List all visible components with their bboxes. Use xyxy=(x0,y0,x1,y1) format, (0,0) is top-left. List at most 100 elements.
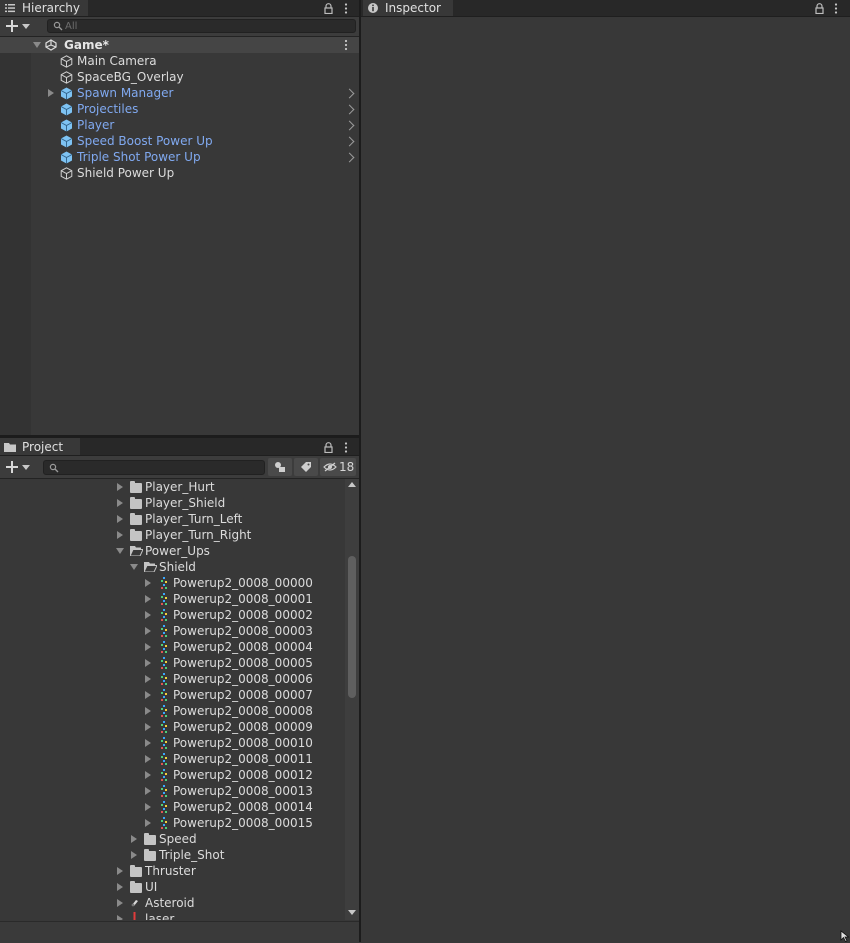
expand-arrow-icon[interactable] xyxy=(145,771,151,779)
folder-row[interactable]: Player_Turn_Right xyxy=(0,527,345,543)
folder-row[interactable]: Player_Hurt xyxy=(0,479,345,495)
sprite-asset-row[interactable]: Powerup2_0008_00001 xyxy=(0,591,345,607)
inspector-tab[interactable]: Inspector xyxy=(363,0,453,16)
filter-by-label-button[interactable] xyxy=(294,458,318,476)
prefab-open-chevron-icon[interactable] xyxy=(344,104,355,115)
scroll-up-arrow-icon[interactable] xyxy=(348,482,356,487)
collapse-arrow-icon[interactable] xyxy=(116,548,124,554)
hierarchy-item[interactable]: Main Camera xyxy=(0,53,359,69)
expand-arrow-icon[interactable] xyxy=(117,899,123,907)
expand-arrow-icon[interactable] xyxy=(117,915,123,920)
hierarchy-item[interactable]: SpaceBG_Overlay xyxy=(0,69,359,85)
expand-arrow-icon[interactable] xyxy=(145,627,151,635)
hierarchy-menu-button[interactable] xyxy=(340,0,352,16)
expand-arrow-icon[interactable] xyxy=(117,515,123,523)
hierarchy-lock-button[interactable] xyxy=(322,0,334,16)
filter-by-type-button[interactable] xyxy=(268,458,292,476)
folder-row[interactable]: Power_Ups xyxy=(0,543,345,559)
expand-arrow-icon[interactable] xyxy=(145,595,151,603)
expand-arrow-icon[interactable] xyxy=(145,755,151,763)
hierarchy-item[interactable]: Player xyxy=(0,117,359,133)
expand-arrow-icon[interactable] xyxy=(145,803,151,811)
expand-arrow-icon[interactable] xyxy=(117,499,123,507)
expand-arrow-icon[interactable] xyxy=(131,851,137,859)
scene-collapse-arrow[interactable] xyxy=(33,42,41,48)
sprite-asset-row[interactable]: Powerup2_0008_00011 xyxy=(0,751,345,767)
expand-arrow-icon[interactable] xyxy=(145,675,151,683)
sprite-asset-row[interactable]: Powerup2_0008_00000 xyxy=(0,575,345,591)
folder-row[interactable]: Player_Shield xyxy=(0,495,345,511)
folder-row[interactable]: Thruster xyxy=(0,863,345,879)
expand-arrow-icon[interactable] xyxy=(131,835,137,843)
sprite-asset-row[interactable]: Powerup2_0008_00012 xyxy=(0,767,345,783)
hierarchy-search-field[interactable] xyxy=(47,19,356,33)
resize-corner-icon[interactable] xyxy=(840,930,850,942)
prefab-open-chevron-icon[interactable] xyxy=(344,120,355,131)
expand-arrow-icon[interactable] xyxy=(145,579,151,587)
sprite-asset-row[interactable]: Powerup2_0008_00009 xyxy=(0,719,345,735)
expand-arrow-icon[interactable] xyxy=(117,483,123,491)
project-create-dropdown-button[interactable] xyxy=(4,460,32,474)
hierarchy-item[interactable]: Projectiles xyxy=(0,101,359,117)
hierarchy-item[interactable]: Speed Boost Power Up xyxy=(0,133,359,149)
hierarchy-item[interactable]: Shield Power Up xyxy=(0,165,359,181)
expand-arrow-icon[interactable] xyxy=(145,739,151,747)
folder-row[interactable]: Shield xyxy=(0,559,345,575)
project-menu-button[interactable] xyxy=(340,439,352,455)
hierarchy-search-input[interactable] xyxy=(65,20,352,32)
expand-arrow-icon[interactable] xyxy=(145,787,151,795)
inspector-lock-button[interactable] xyxy=(813,0,825,16)
expand-arrow-icon[interactable] xyxy=(48,89,54,97)
folder-row[interactable]: UI xyxy=(0,879,345,895)
scene-menu-icon[interactable] xyxy=(344,39,348,51)
expand-arrow-icon[interactable] xyxy=(117,867,123,875)
project-scrollbar[interactable] xyxy=(345,479,359,920)
scrollbar-thumb[interactable] xyxy=(348,556,356,698)
project-lock-button[interactable] xyxy=(322,439,334,455)
inspector-menu-button[interactable] xyxy=(830,0,842,16)
expand-arrow-icon[interactable] xyxy=(145,707,151,715)
hierarchy-tab[interactable]: Hierarchy xyxy=(0,0,88,16)
prefab-open-chevron-icon[interactable] xyxy=(344,88,355,99)
folder-row[interactable]: Player_Turn_Left xyxy=(0,511,345,527)
prefab-open-chevron-icon[interactable] xyxy=(344,136,355,147)
sprite-asset-row[interactable]: Powerup2_0008_00005 xyxy=(0,655,345,671)
folder-row[interactable]: Speed xyxy=(0,831,345,847)
expand-arrow-icon[interactable] xyxy=(117,531,123,539)
hidden-packages-button[interactable]: 18 xyxy=(320,458,356,476)
project-search-field[interactable] xyxy=(43,460,265,475)
magnifier-icon xyxy=(53,21,63,31)
scroll-down-arrow-icon[interactable] xyxy=(348,910,356,915)
sprite-asset-row[interactable]: Powerup2_0008_00010 xyxy=(0,735,345,751)
sprite-asset-row[interactable]: Powerup2_0008_00008 xyxy=(0,703,345,719)
expand-arrow-icon[interactable] xyxy=(145,723,151,731)
sprite-asset-row[interactable]: Powerup2_0008_00014 xyxy=(0,799,345,815)
scene-header-row[interactable]: Game* xyxy=(0,37,359,53)
hierarchy-item[interactable]: Spawn Manager xyxy=(0,85,359,101)
hierarchy-tab-label: Hierarchy xyxy=(22,1,81,15)
expand-arrow-icon[interactable] xyxy=(117,883,123,891)
expand-arrow-icon[interactable] xyxy=(145,643,151,651)
expand-arrow-icon[interactable] xyxy=(145,611,151,619)
sprite-asset-row[interactable]: Powerup2_0008_00002 xyxy=(0,607,345,623)
sprite-asset-row[interactable]: Powerup2_0008_00013 xyxy=(0,783,345,799)
sprite-asset-row[interactable]: Powerup2_0008_00007 xyxy=(0,687,345,703)
sprite-asset-row[interactable]: Powerup2_0008_00006 xyxy=(0,671,345,687)
collapse-arrow-icon[interactable] xyxy=(130,564,138,570)
folder-icon xyxy=(130,513,142,525)
sprite-asset-row[interactable]: Powerup2_0008_00003 xyxy=(0,623,345,639)
expand-arrow-icon[interactable] xyxy=(145,691,151,699)
folder-row[interactable]: Triple_Shot xyxy=(0,847,345,863)
create-dropdown-button[interactable] xyxy=(4,19,32,33)
prefab-open-chevron-icon[interactable] xyxy=(344,152,355,163)
expand-arrow-icon[interactable] xyxy=(145,659,151,667)
asset-row[interactable]: laser xyxy=(0,911,345,920)
sprite-asset-row[interactable]: Powerup2_0008_00004 xyxy=(0,639,345,655)
project-search-input[interactable] xyxy=(61,461,261,473)
hierarchy-item[interactable]: Triple Shot Power Up xyxy=(0,149,359,165)
project-tab[interactable]: Project xyxy=(0,438,80,455)
sprite-asset-row[interactable]: Powerup2_0008_00015 xyxy=(0,815,345,831)
expand-arrow-icon[interactable] xyxy=(145,819,151,827)
asset-row[interactable]: Asteroid xyxy=(0,895,345,911)
sprite-icon xyxy=(161,721,167,733)
